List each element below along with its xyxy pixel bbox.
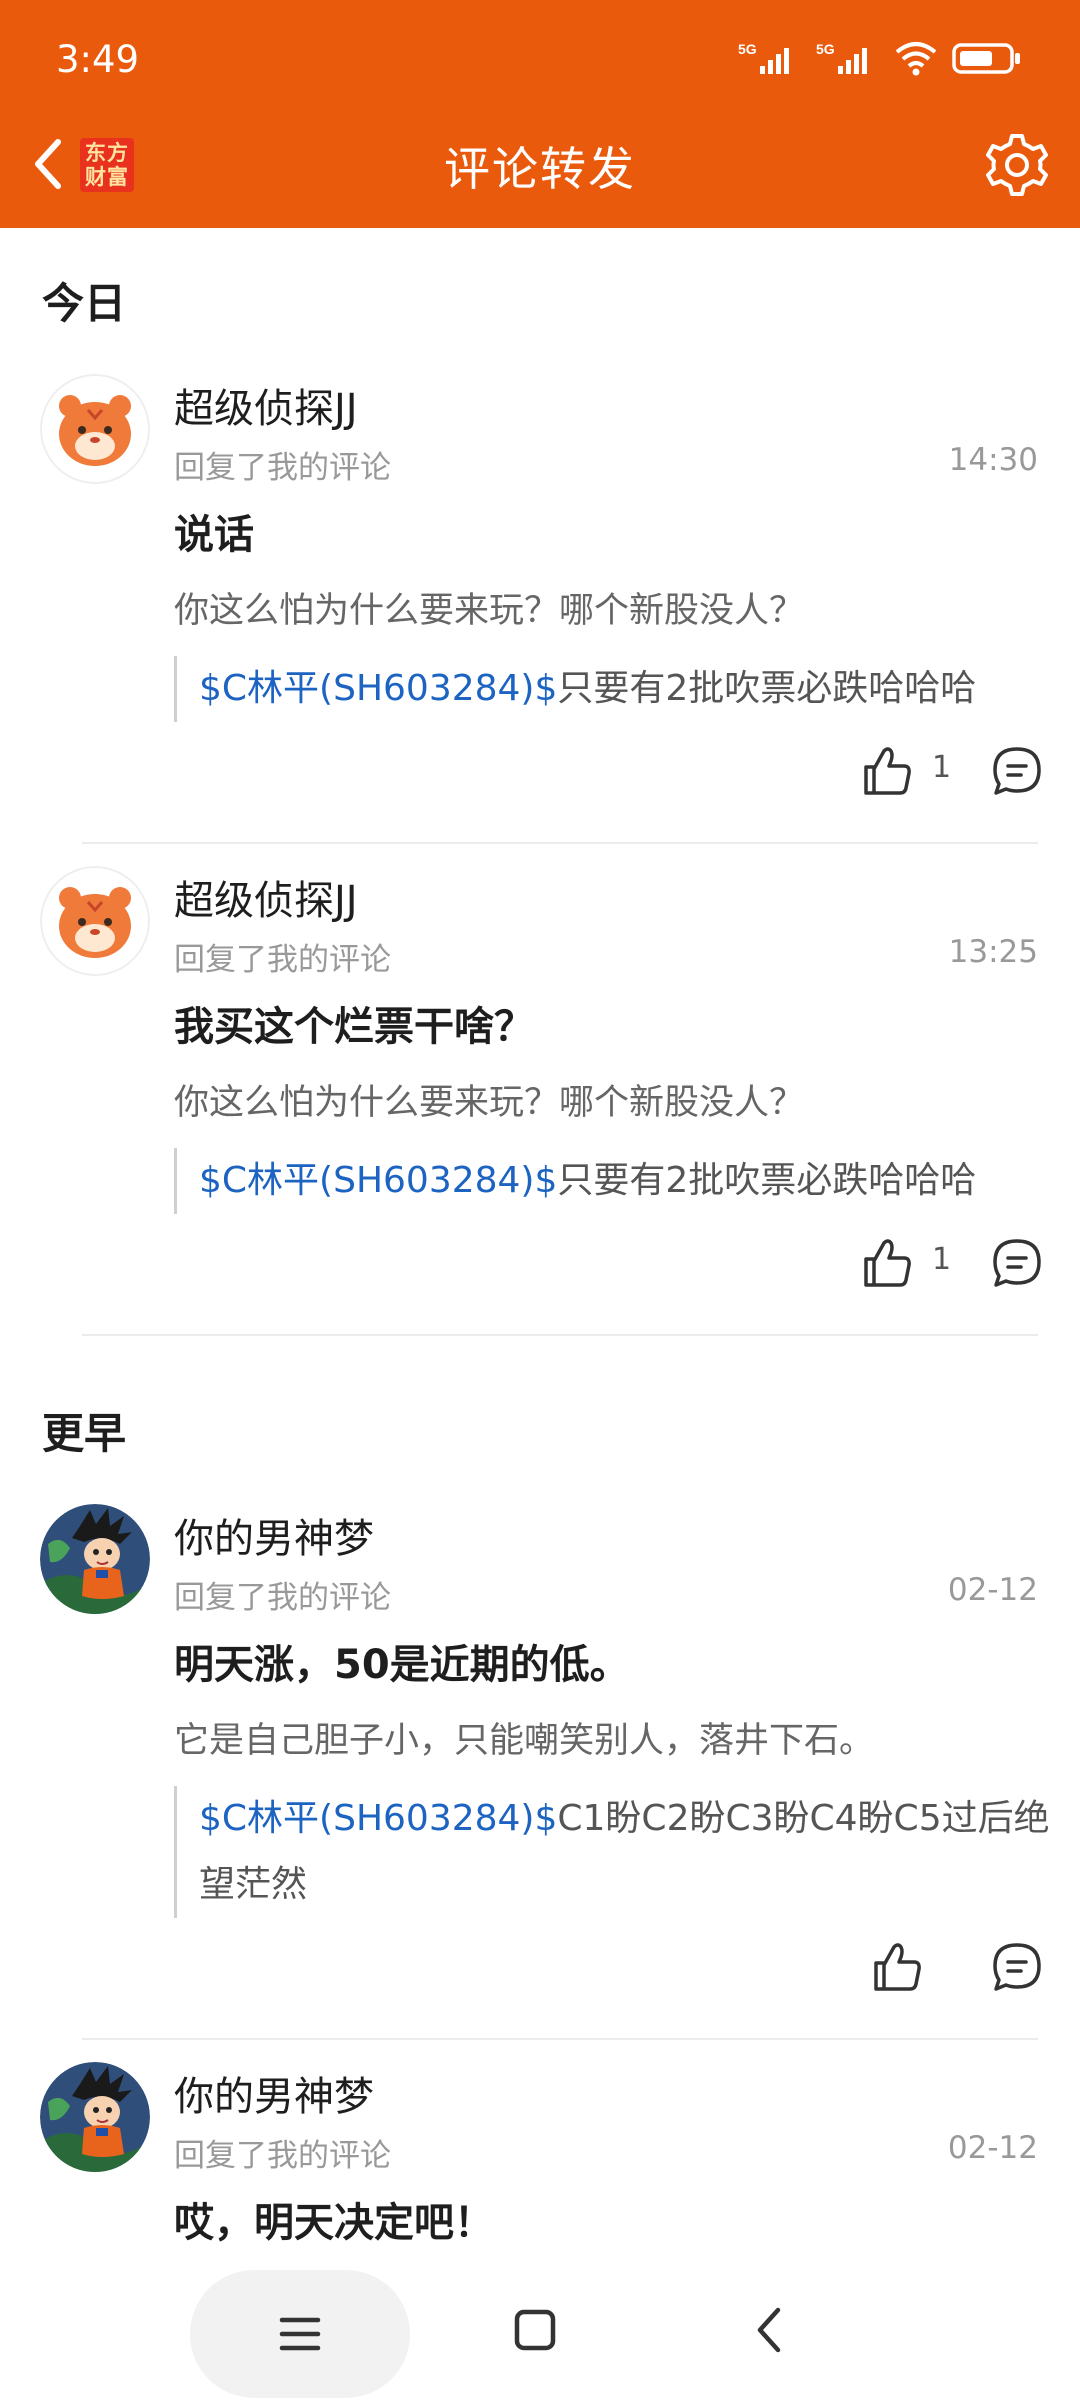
- home-button[interactable]: [500, 2295, 570, 2365]
- system-nav-bar: [0, 2265, 1080, 2400]
- comment-bubble-icon: [993, 1239, 1041, 1287]
- divider: [82, 1334, 1038, 1336]
- quoted-post[interactable]: $C林平(SH603284)$C1盼C2盼C3盼C4盼C5过后绝望茫然: [174, 1786, 1050, 1918]
- wifi-icon: [894, 40, 938, 80]
- system-back-button[interactable]: [735, 2295, 805, 2365]
- status-icons: 5G 5G: [738, 40, 1022, 80]
- comment-button[interactable]: [980, 1932, 1054, 2002]
- battery-icon: [952, 40, 1022, 80]
- cartoon-boy-avatar-icon: [40, 2062, 150, 2172]
- activity-label: 回复了我的评论: [174, 2138, 391, 2174]
- reply-text: 你这么怕为什么要来玩？哪个新股没人？: [174, 591, 805, 631]
- activity-label: 回复了我的评论: [174, 942, 391, 978]
- cartoon-boy-avatar-icon: [40, 1504, 150, 1614]
- timestamp: 02-12: [947, 1572, 1038, 1608]
- section-title-today: 今日: [42, 279, 127, 328]
- like-button[interactable]: [860, 1228, 940, 1298]
- net-label-1: 5G: [738, 41, 757, 57]
- like-count: 1: [932, 1242, 952, 1277]
- avatar[interactable]: [40, 2062, 150, 2172]
- page-title: 评论转发: [444, 142, 636, 196]
- quoted-post[interactable]: $C林平(SH603284)$只要有2批吹票必跌哈哈哈: [174, 1148, 1050, 1214]
- comment-button[interactable]: [980, 736, 1054, 806]
- item-actions: [680, 1932, 1080, 2002]
- list-item[interactable]: 你的男神梦 回复了我的评论 02-12 哎，明天决定吧！: [0, 2062, 1080, 2262]
- avatar[interactable]: [40, 1504, 150, 1614]
- user-name[interactable]: 超级侦探JJ: [174, 376, 358, 434]
- activity-label: 回复了我的评论: [174, 1580, 391, 1616]
- section-title-earlier: 更早: [42, 1409, 127, 1458]
- stock-link[interactable]: $C林平(SH603284)$: [199, 1798, 557, 1839]
- menu-button[interactable]: [190, 2270, 410, 2398]
- gear-icon: [986, 134, 1048, 196]
- quote-text: 只要有2批吹票必跌哈哈哈: [557, 668, 977, 709]
- stock-link[interactable]: $C林平(SH603284)$: [199, 668, 557, 709]
- reply-text: 它是自己胆子小，只能嘲笑别人，落井下石。: [174, 1721, 875, 1761]
- tiger-avatar-icon: [40, 866, 150, 976]
- comment-button[interactable]: [980, 1228, 1054, 1298]
- item-actions: 1: [680, 736, 1080, 806]
- user-name[interactable]: 你的男神梦: [174, 2064, 374, 2122]
- comment-title: 哎，明天决定吧！: [174, 2200, 494, 2246]
- list-item[interactable]: 超级侦探JJ 回复了我的评论 13:25 我买这个烂票干啥？ 你这么怕为什么要来…: [0, 866, 1080, 1336]
- user-name[interactable]: 超级侦探JJ: [174, 868, 358, 926]
- timestamp: 02-12: [947, 2130, 1038, 2166]
- signal-icon: 5G: [816, 40, 880, 80]
- item-actions: 1: [680, 1228, 1080, 1298]
- like-button[interactable]: [870, 1932, 950, 2002]
- chevron-left-icon: [757, 2307, 781, 2353]
- timestamp: 14:30: [948, 442, 1038, 478]
- quote-text: 只要有2批吹票必跌哈哈哈: [557, 1160, 977, 1201]
- signal-icon: 5G: [738, 40, 802, 80]
- app-bar: 东方 财富 评论转发: [0, 100, 1080, 228]
- thumbs-up-icon: [874, 1943, 921, 1991]
- divider: [82, 842, 1038, 844]
- comment-bubble-icon: [993, 747, 1041, 795]
- square-icon: [514, 2309, 556, 2351]
- avatar[interactable]: [40, 866, 150, 976]
- user-name[interactable]: 你的男神梦: [174, 1506, 374, 1564]
- menu-icon: [279, 2317, 321, 2351]
- timestamp: 13:25: [948, 934, 1038, 970]
- comment-bubble-icon: [993, 1943, 1041, 1991]
- avatar[interactable]: [40, 374, 150, 484]
- net-label-2: 5G: [816, 41, 835, 57]
- like-count: 1: [932, 750, 952, 785]
- list-item[interactable]: 你的男神梦 回复了我的评论 02-12 明天涨，50是近期的低。 它是自己胆子小…: [0, 1504, 1080, 2024]
- comment-title: 我买这个烂票干啥？: [174, 1004, 534, 1050]
- stock-link[interactable]: $C林平(SH603284)$: [199, 1160, 557, 1201]
- comment-title: 明天涨，50是近期的低。: [174, 1642, 630, 1688]
- like-button[interactable]: [860, 736, 940, 806]
- tiger-avatar-icon: [40, 374, 150, 484]
- status-time: 3:49: [56, 38, 140, 81]
- reply-text: 你这么怕为什么要来玩？哪个新股没人？: [174, 1083, 805, 1123]
- thumbs-up-icon: [864, 1239, 911, 1287]
- comment-title: 说话: [174, 512, 254, 558]
- settings-button[interactable]: [982, 130, 1052, 200]
- divider: [82, 2038, 1038, 2040]
- quoted-post[interactable]: $C林平(SH603284)$只要有2批吹票必跌哈哈哈: [174, 656, 1050, 722]
- thumbs-up-icon: [864, 747, 911, 795]
- list-item[interactable]: 超级侦探JJ 回复了我的评论 14:30 说话 你这么怕为什么要来玩？哪个新股没…: [0, 374, 1080, 844]
- activity-label: 回复了我的评论: [174, 450, 391, 486]
